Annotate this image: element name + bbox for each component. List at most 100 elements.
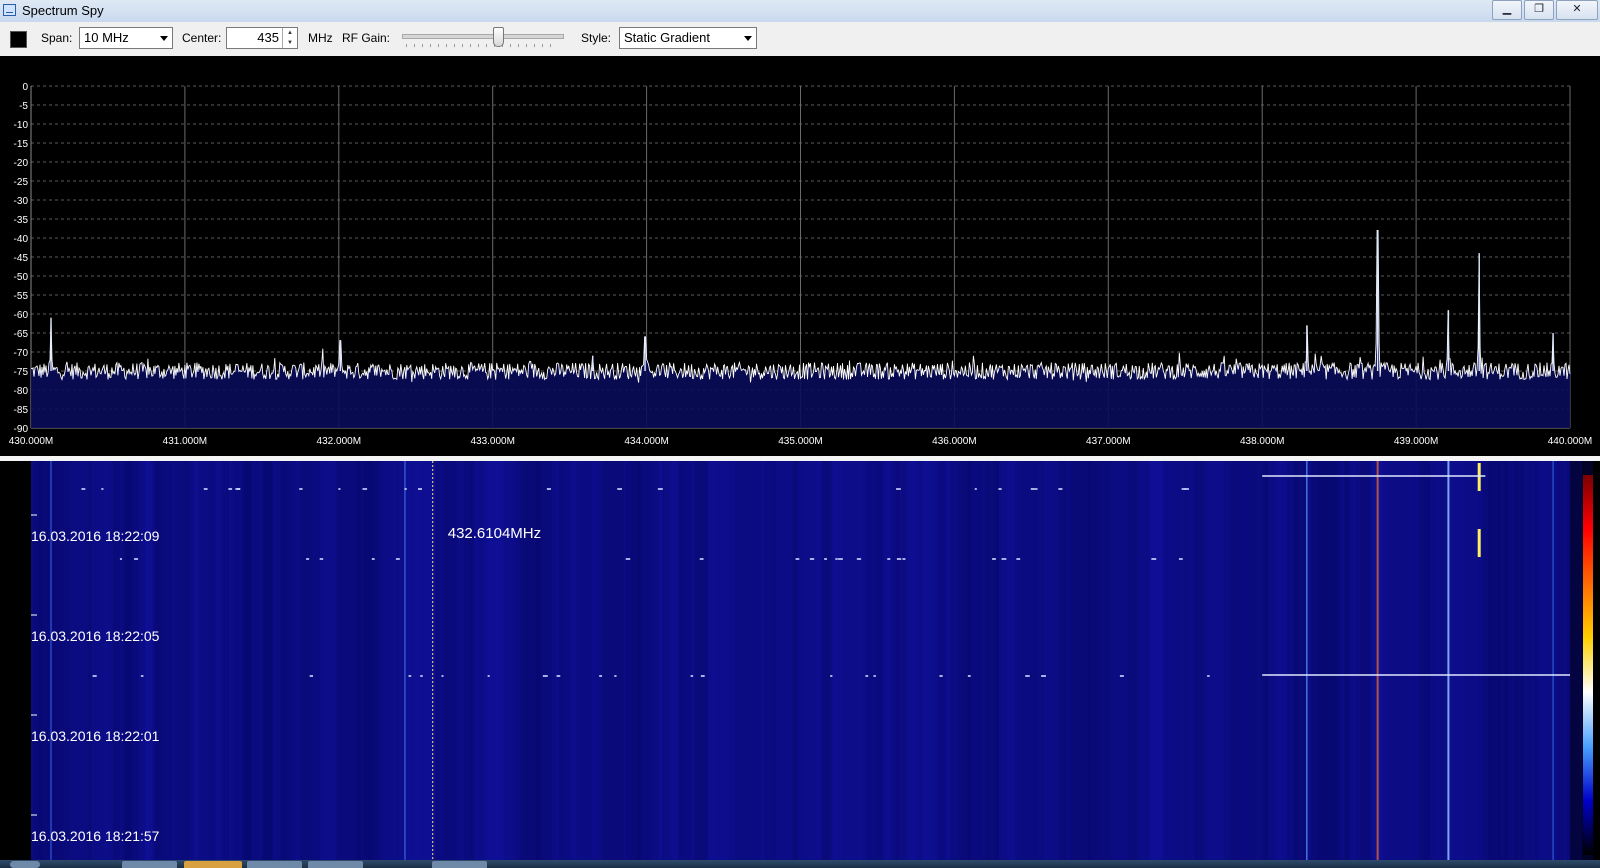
signal-dot [487,675,490,677]
stepper-down-icon[interactable]: ▼ [283,38,297,48]
waterfall-texture [661,461,671,860]
frequency-cursor-label: 432.6104MHz [448,525,541,542]
color-swatch-button[interactable] [10,31,27,48]
spectrum-chart: 0 -5 -10 -15 -20 -25 -30 -35 -40 -45 -50 -55 -60 -65 -… [9,82,1592,447]
taskbar-app-button[interactable] [247,861,302,868]
waterfall-texture [1497,461,1513,860]
x-tick-label: 437.000M [1086,436,1130,447]
chevron-down-icon [744,36,752,41]
waterfall-texture [35,461,43,860]
close-button[interactable]: ✕ [1556,0,1598,20]
waterfall-display[interactable]: 432.6104MHz 16.03.2016 18:22:09 16.03.2016… [0,461,1600,860]
signal-dot [887,558,891,560]
waterfall-texture [1378,461,1387,860]
waterfall-texture [629,461,648,860]
signal-dot [939,675,943,677]
waterfall-texture [57,461,71,860]
signal-dot [81,488,86,490]
signal-dot [1001,558,1007,560]
center-label: Center: [182,31,222,45]
waterfall-texture [1451,461,1478,860]
style-value: Static Gradient [624,30,710,45]
y-tick-label: -65 [14,329,29,340]
waterfall-texture [1348,461,1357,860]
signal-dot [700,675,705,677]
signal-dot [873,675,876,677]
taskbar-app-button[interactable] [184,861,242,868]
signal-dot [992,558,996,560]
signal-dot [92,675,97,677]
style-dropdown[interactable]: Static Gradient [619,27,757,49]
waterfall-texture [1237,461,1257,860]
signal-dot [795,558,800,560]
waterfall-texture [473,461,480,860]
waterfall-texture [251,461,264,860]
waterfall-timestamp: 16.03.2016 18:22:05 [31,628,160,644]
signal-dot [319,558,324,560]
spectrum-plot[interactable]: 0 -5 -10 -15 -20 -25 -30 -35 -40 -45 -50 -55 -60 -65 -… [0,56,1600,456]
slider-ticks [406,44,558,47]
y-tick-label: -90 [14,424,29,435]
stepper-up-icon[interactable]: ▲ [283,28,297,38]
y-tick-label: -5 [19,101,28,112]
signal-dot [101,488,104,490]
waterfall-texture [1429,461,1454,860]
signal-dot [1030,488,1036,490]
signal-dot [441,675,444,677]
waterfall-texture [1360,461,1372,860]
signal-dot [309,675,314,677]
rf-gain-slider[interactable] [402,27,564,51]
signal-dot [896,558,902,560]
signal-dot [306,558,310,560]
taskbar-app-button[interactable] [432,861,487,868]
waterfall-timestamp: 16.03.2016 18:21:57 [31,828,160,844]
signal-dot [599,675,603,677]
minimize-button[interactable]: ▁ [1492,0,1522,20]
signal-dot [998,488,1002,490]
waterfall-texture [261,461,274,860]
signal-dot [1016,558,1021,560]
signal-burst [1477,463,1481,491]
window-title: Spectrum Spy [22,3,104,18]
waterfall-texture [337,461,361,860]
taskbar-app-button[interactable] [308,861,363,868]
signal-dot [371,558,375,560]
y-tick-label: -25 [14,177,29,188]
waterfall-texture [896,461,900,860]
signal-dot [542,675,548,677]
y-tick-label: -55 [14,291,29,302]
signal-dot [228,488,233,490]
start-button[interactable] [10,861,40,868]
maximize-button[interactable]: ❐ [1524,0,1554,20]
signal-dot [614,675,617,677]
signal-dot [967,675,971,677]
signal-burst [1477,529,1481,557]
waterfall-texture [1063,461,1078,860]
taskbar-app-button[interactable] [122,861,177,868]
waterfall-timestamp: 16.03.2016 18:22:09 [31,528,160,544]
x-tick-label: 433.000M [470,436,514,447]
center-frequency-stepper[interactable]: 435 ▲ ▼ [226,27,298,49]
signal-dot [1035,488,1038,490]
x-tick-label: 432.000M [317,436,361,447]
waterfall-texture [379,461,397,860]
waterfall-texture [1534,461,1565,860]
span-dropdown[interactable]: 10 MHz [79,27,173,49]
background-browser-tabs [205,3,1075,20]
waterfall-texture [1482,461,1491,860]
x-tick-label: 430.000M [9,436,53,447]
waterfall-texture [182,461,189,860]
signal-dot [299,488,303,490]
y-tick-label: -70 [14,348,29,359]
y-tick-label: -40 [14,234,29,245]
waterfall-texture [1195,461,1198,860]
waterfall-texture [570,461,602,860]
x-tick-label: 438.000M [1240,436,1284,447]
signal-dot [237,488,241,490]
slider-thumb[interactable] [492,27,504,47]
waterfall-texture [905,461,928,860]
waterfall-texture [198,461,216,860]
waterfall-texture [1206,461,1225,860]
span-value: 10 MHz [84,30,129,45]
chevron-down-icon [160,36,168,41]
